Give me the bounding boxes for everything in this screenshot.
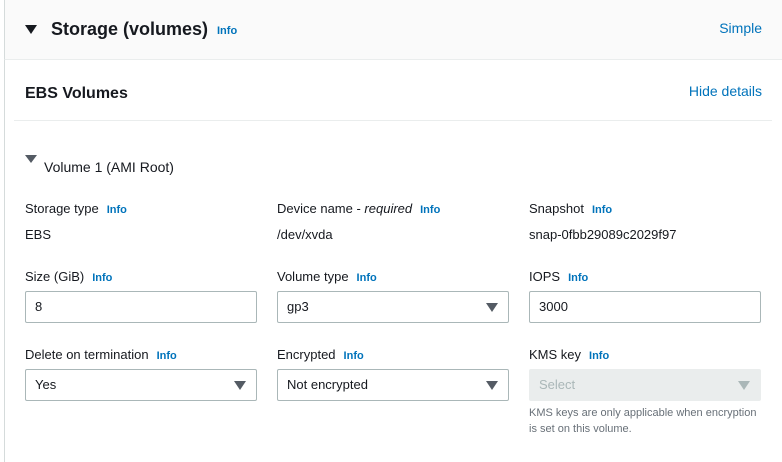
storage-section-header[interactable]: Storage (volumes) Info Simple	[4, 0, 782, 60]
volume-type-select[interactable]: gp3	[277, 291, 509, 323]
delete-on-termination-info-link[interactable]: Info	[157, 350, 177, 362]
volume-type-selected-value: gp3	[287, 299, 309, 314]
snapshot-info-link[interactable]: Info	[592, 204, 612, 216]
kms-key-select: Select	[529, 369, 761, 401]
size-input-value: 8	[35, 299, 43, 314]
kms-key-label: KMS key Info	[529, 347, 610, 362]
kms-key-hint: KMS keys are only applicable when encryp…	[529, 407, 757, 435]
chevron-down-icon	[234, 381, 246, 390]
device-name-value: /dev/xvda	[277, 227, 333, 242]
device-name-label: Device name - required Info	[277, 201, 441, 216]
section-title: Storage (volumes)	[51, 19, 209, 39]
kms-key-info-link[interactable]: Info	[589, 350, 609, 362]
iops-input[interactable]: 3000	[529, 291, 761, 323]
simple-view-link[interactable]: Simple	[719, 20, 762, 36]
section-info-link[interactable]: Info	[217, 25, 237, 37]
delete-on-termination-selected-value: Yes	[35, 377, 57, 392]
hide-details-link[interactable]: Hide details	[689, 83, 762, 99]
snapshot-value: snap-0fbb29089c2029f97	[529, 227, 677, 242]
volume-expand-caret-icon[interactable]	[25, 155, 37, 163]
volume-title[interactable]: Volume 1 (AMI Root)	[44, 159, 174, 175]
chevron-down-icon	[738, 381, 750, 390]
delete-on-termination-select[interactable]: Yes	[25, 369, 257, 401]
divider	[14, 120, 772, 121]
chevron-down-icon	[486, 381, 498, 390]
encrypted-label: Encrypted Info	[277, 347, 364, 362]
encrypted-selected-value: Not encrypted	[287, 377, 368, 392]
size-input[interactable]: 8	[25, 291, 257, 323]
storage-type-label: Storage type Info	[25, 201, 127, 216]
chevron-down-icon	[486, 303, 498, 312]
kms-key-placeholder: Select	[539, 377, 576, 392]
encrypted-info-link[interactable]: Info	[344, 350, 364, 362]
ebs-volumes-title: EBS Volumes	[25, 85, 128, 102]
size-label: Size (GiB) Info	[25, 269, 113, 284]
storage-type-value: EBS	[25, 227, 52, 242]
volume-type-info-link[interactable]: Info	[357, 272, 377, 284]
device-name-info-link[interactable]: Info	[420, 204, 440, 216]
volume-type-label: Volume type Info	[277, 269, 377, 284]
storage-type-info-link[interactable]: Info	[107, 204, 127, 216]
iops-label: IOPS Info	[529, 269, 589, 284]
encrypted-select[interactable]: Not encrypted	[277, 369, 509, 401]
delete-on-termination-label: Delete on termination Info	[25, 347, 177, 362]
size-info-link[interactable]: Info	[92, 272, 112, 284]
iops-input-value: 3000	[539, 299, 568, 314]
iops-info-link[interactable]: Info	[568, 272, 588, 284]
collapse-caret-icon[interactable]	[25, 25, 37, 34]
snapshot-label: Snapshot Info	[529, 201, 613, 216]
